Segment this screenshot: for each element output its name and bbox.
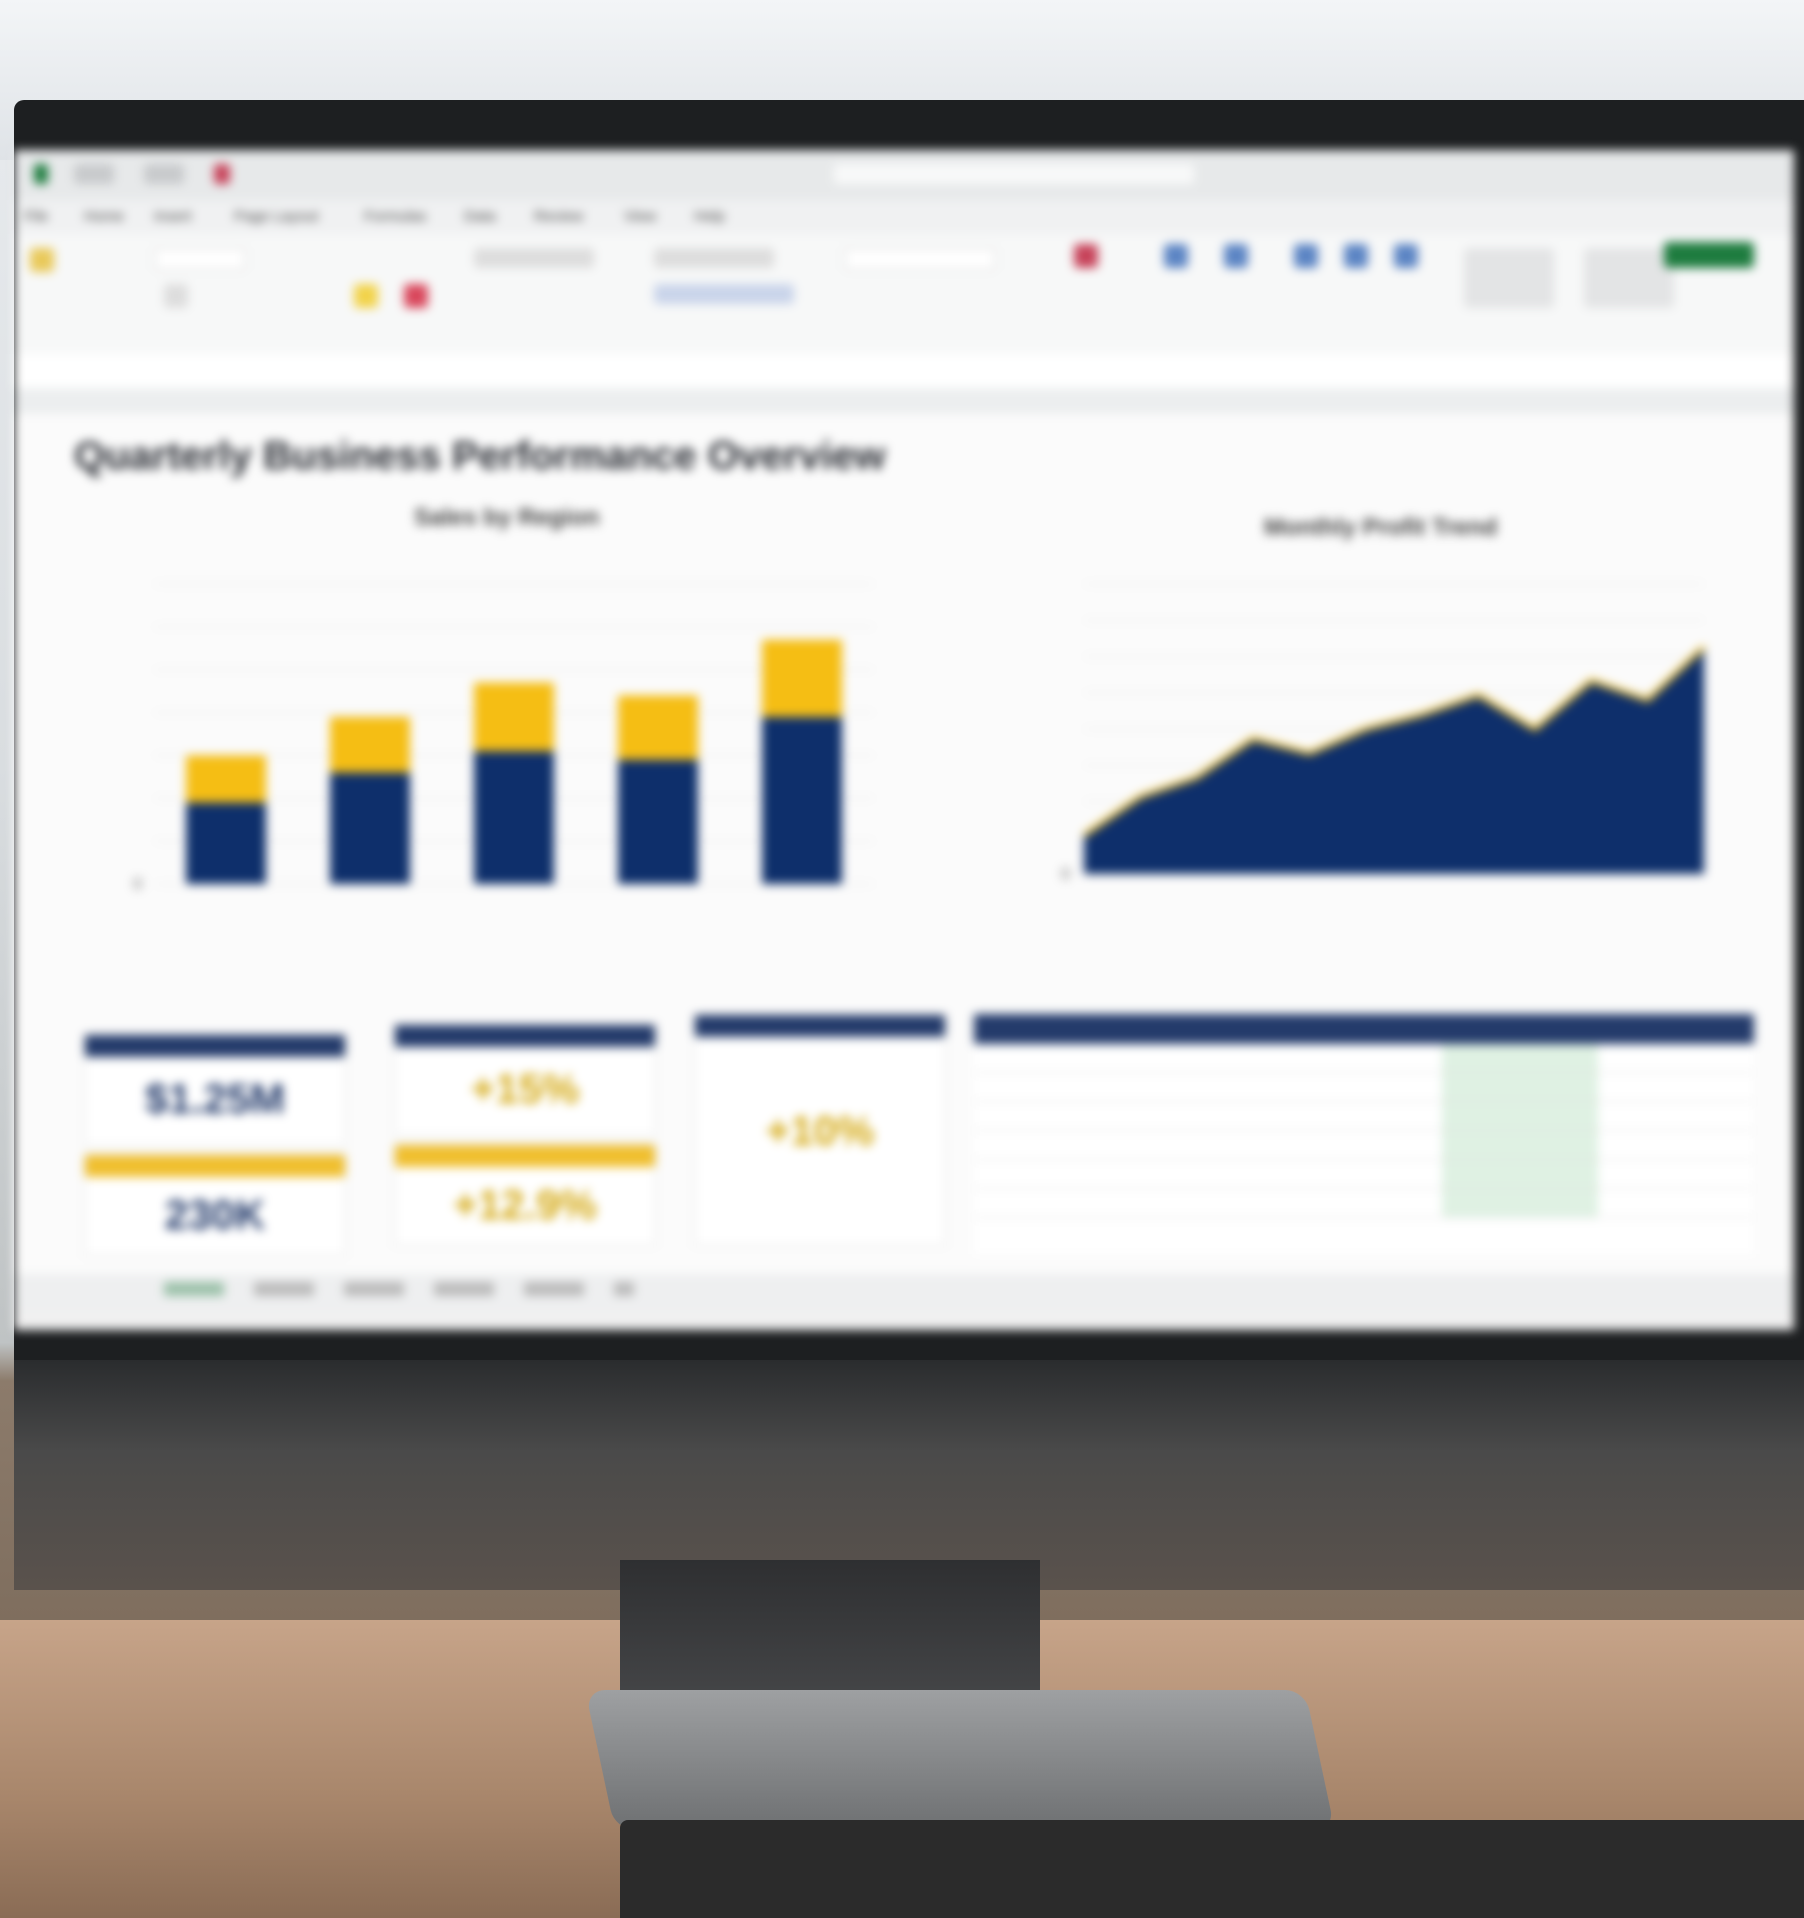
spreadsheet-window: File Home Insert Page Layout Formulas Da… bbox=[14, 150, 1794, 1330]
title-bar bbox=[14, 150, 1794, 200]
bar bbox=[330, 716, 410, 773]
alignment-group[interactable] bbox=[474, 248, 594, 268]
number-format-select[interactable] bbox=[844, 248, 996, 270]
kpi-header bbox=[85, 1155, 345, 1177]
monitor-base bbox=[585, 1690, 1335, 1830]
table-row[interactable] bbox=[974, 1189, 1754, 1218]
sheet-tab[interactable] bbox=[524, 1282, 584, 1296]
ribbon bbox=[14, 234, 1794, 355]
table-row[interactable] bbox=[974, 1073, 1754, 1102]
summary-table[interactable] bbox=[974, 1014, 1754, 1254]
keyboard bbox=[620, 1820, 1804, 1918]
share-button[interactable] bbox=[1664, 242, 1754, 268]
kpi-card-change: +12.9% bbox=[394, 1144, 656, 1246]
format-cells-icon[interactable] bbox=[1394, 244, 1418, 268]
kpi-header bbox=[395, 1025, 655, 1047]
format-as-table-icon[interactable] bbox=[1164, 244, 1188, 268]
status-bar bbox=[14, 1310, 1794, 1330]
sheet-tab[interactable] bbox=[344, 1282, 404, 1296]
bar bbox=[618, 695, 698, 760]
bar bbox=[474, 682, 554, 752]
right-chart-title: Monthly Profit Trend bbox=[1264, 514, 1498, 541]
editing-group[interactable] bbox=[1464, 248, 1554, 308]
left-chart-title: Sales by Region bbox=[414, 504, 600, 531]
tab-help[interactable]: Help bbox=[694, 208, 725, 225]
tab-home[interactable]: Home bbox=[84, 208, 124, 225]
sort-filter-button[interactable] bbox=[1584, 248, 1674, 308]
y-tick-label: 0 bbox=[133, 876, 142, 893]
kpi-card-units: 230K bbox=[84, 1154, 346, 1256]
kpi-value: 230K bbox=[164, 1191, 266, 1238]
table-row[interactable] bbox=[974, 1160, 1754, 1189]
bar bbox=[762, 716, 842, 884]
excel-icon[interactable] bbox=[34, 164, 48, 184]
bar bbox=[618, 759, 698, 884]
table-row[interactable] bbox=[974, 1131, 1754, 1160]
sheet-tabs bbox=[14, 1274, 1794, 1310]
quick-access-save-icon[interactable] bbox=[74, 164, 114, 184]
kpi-value: $1.25M bbox=[144, 1075, 286, 1122]
tab-view[interactable]: View bbox=[624, 208, 656, 225]
profit-area-chart: 0 bbox=[1061, 583, 1706, 883]
font-color-icon[interactable] bbox=[404, 284, 428, 308]
bar bbox=[186, 802, 266, 884]
conditional-formatting-icon[interactable] bbox=[1074, 244, 1098, 268]
dashboard-title: Quarterly Business Performance Overview bbox=[74, 434, 886, 478]
tab-formulas[interactable]: Formulas bbox=[364, 208, 427, 225]
font-family-select[interactable] bbox=[154, 248, 246, 270]
kpi-header bbox=[85, 1035, 345, 1057]
kpi-card-margin: +10% bbox=[694, 1014, 946, 1246]
autosave-icon[interactable] bbox=[214, 164, 230, 184]
kpi-header bbox=[695, 1015, 945, 1037]
sales-bar-chart: 0 bbox=[133, 583, 874, 893]
table-row[interactable] bbox=[974, 1044, 1754, 1073]
tab-page-layout[interactable]: Page Layout bbox=[234, 208, 318, 225]
bar bbox=[762, 639, 842, 717]
bold-icon[interactable] bbox=[164, 284, 188, 308]
monitor-chin bbox=[14, 1360, 1804, 1590]
add-sheet-icon[interactable] bbox=[614, 1282, 634, 1296]
formula-bar[interactable] bbox=[14, 354, 1794, 389]
tab-data[interactable]: Data bbox=[464, 208, 496, 225]
menu-tabs: File Home Insert Page Layout Formulas Da… bbox=[14, 200, 1794, 234]
kpi-value: +10% bbox=[765, 1107, 875, 1154]
tab-file[interactable]: File bbox=[24, 208, 48, 225]
kpi-value: +15% bbox=[470, 1065, 580, 1112]
sheet-tab[interactable] bbox=[434, 1282, 494, 1296]
y-tick-label: 0 bbox=[1061, 866, 1070, 883]
delete-cells-icon[interactable] bbox=[1344, 244, 1368, 268]
tab-review[interactable]: Review bbox=[534, 208, 583, 225]
tab-insert[interactable]: Insert bbox=[154, 208, 192, 225]
undo-icon[interactable] bbox=[144, 164, 184, 184]
paste-icon[interactable] bbox=[30, 248, 54, 272]
table-row[interactable] bbox=[974, 1102, 1754, 1131]
bar bbox=[474, 751, 554, 884]
bar bbox=[330, 772, 410, 884]
kpi-card-revenue: $1.25M bbox=[84, 1034, 346, 1146]
kpi-card-growth: +15% bbox=[394, 1024, 656, 1136]
sheet-tab[interactable] bbox=[254, 1282, 314, 1296]
cell-styles-icon[interactable] bbox=[1224, 244, 1248, 268]
column-headers bbox=[14, 388, 1794, 415]
worksheet[interactable]: Quarterly Business Performance Overview … bbox=[14, 414, 1794, 1274]
search-input[interactable] bbox=[834, 164, 1194, 184]
kpi-value: +12.9% bbox=[453, 1181, 597, 1228]
wrap-text-button[interactable] bbox=[654, 248, 774, 268]
profit-area bbox=[1084, 646, 1704, 874]
insert-cells-icon[interactable] bbox=[1294, 244, 1318, 268]
sheet-tab-active[interactable] bbox=[164, 1282, 224, 1296]
table-header bbox=[974, 1014, 1754, 1044]
kpi-header bbox=[395, 1145, 655, 1167]
fill-color-icon[interactable] bbox=[354, 284, 378, 308]
bar bbox=[186, 755, 266, 803]
merge-center-button[interactable] bbox=[654, 284, 794, 304]
